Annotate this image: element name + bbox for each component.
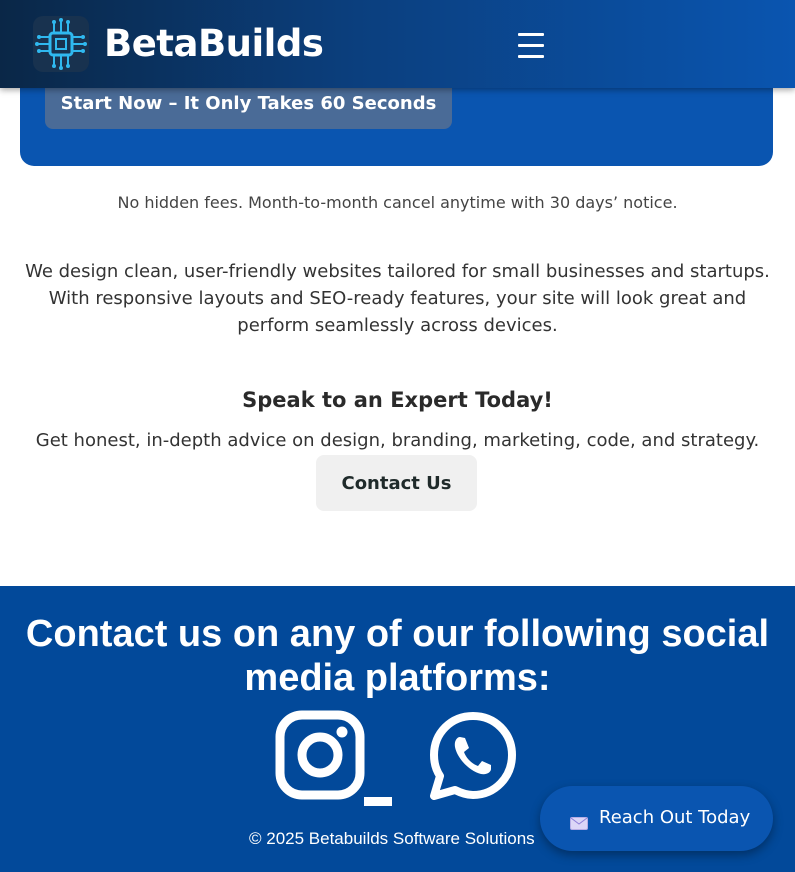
brand-name[interactable]: BetaBuilds [104, 22, 324, 65]
expert-subtitle: Get honest, in-depth advice on design, b… [35, 430, 760, 451]
expert-heading: Speak to an Expert Today! [242, 388, 553, 412]
fees-note: No hidden fees. Month-to-month cancel an… [117, 193, 678, 212]
instagram-icon[interactable] [275, 710, 365, 800]
envelope-icon [570, 815, 588, 830]
contact-us-button[interactable]: Contact Us [316, 455, 477, 511]
footer-title: Contact us on any of our following socia… [25, 613, 770, 699]
copyright-text: © 2025 Betabuilds Software Solutions [249, 829, 535, 848]
whatsapp-icon[interactable] [427, 710, 519, 802]
services-description: We design clean, user-friendly websites … [25, 261, 770, 336]
hamburger-menu-icon[interactable] [513, 28, 549, 64]
circuit-chip-icon[interactable] [33, 16, 89, 72]
site-header: BetaBuilds [0, 0, 795, 88]
reach-out-label: Reach Out Today [599, 807, 751, 828]
reach-out-button[interactable]: Reach Out Today [540, 786, 773, 851]
instagram-underscore [364, 797, 392, 806]
